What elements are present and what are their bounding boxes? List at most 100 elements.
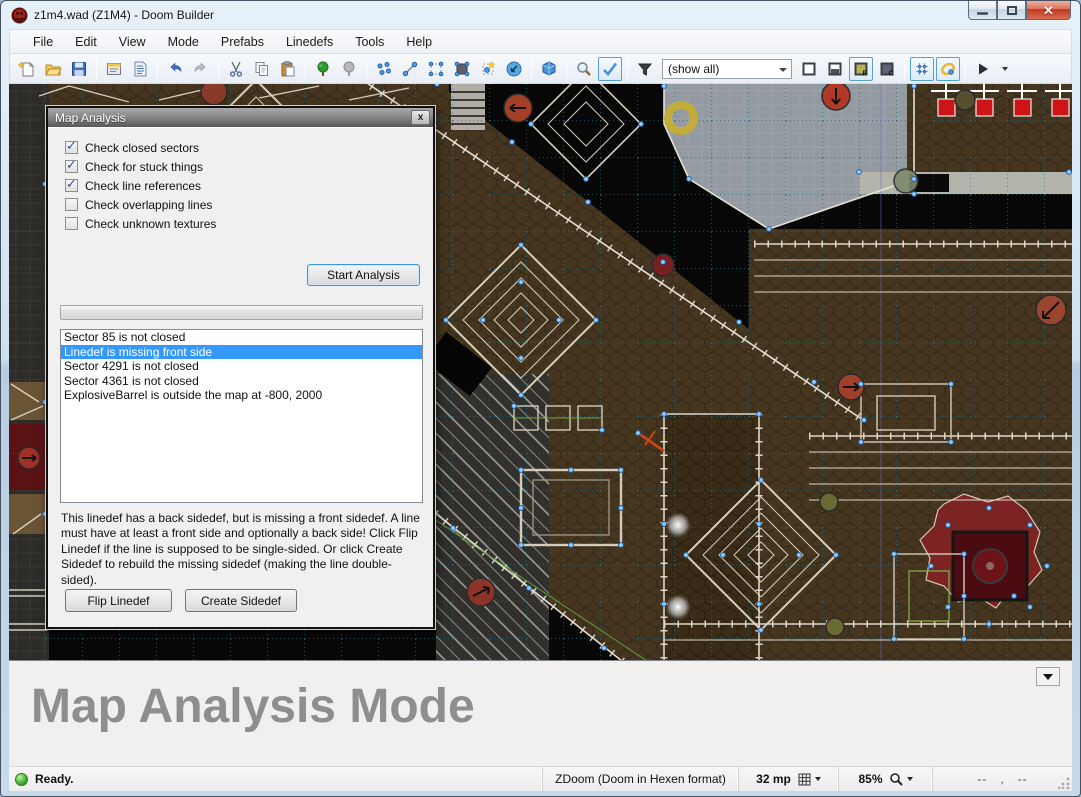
test-map-dropdown[interactable] bbox=[997, 57, 1009, 81]
cut-button[interactable] bbox=[224, 57, 248, 81]
paste-button[interactable] bbox=[276, 57, 300, 81]
check-row[interactable]: Check line references bbox=[65, 176, 216, 195]
snap-to-grid-button[interactable] bbox=[910, 56, 934, 81]
view-brightness-button[interactable] bbox=[823, 57, 847, 81]
find-button[interactable] bbox=[572, 57, 596, 81]
result-item[interactable]: Sector 85 is not closed bbox=[61, 330, 422, 345]
error-description: This linedef has a back sidedef, but is … bbox=[61, 511, 420, 587]
status-grid-size[interactable]: 32 mp bbox=[738, 767, 838, 791]
insert-prefab-button[interactable] bbox=[311, 57, 335, 81]
window-title: z1m4.wad (Z1M4) - Doom Builder bbox=[34, 8, 215, 22]
toolbar: (show all) F C bbox=[9, 53, 1072, 84]
menu-prefabs[interactable]: Prefabs bbox=[210, 31, 275, 53]
vertices-mode-button[interactable] bbox=[372, 57, 396, 81]
maximize-button[interactable] bbox=[997, 1, 1026, 20]
statusbar: Ready. ZDoom (Doom in Hexen format) 32 m… bbox=[9, 766, 1072, 791]
app-window: z1m4.wad (Z1M4) - Doom Builder ✕ File Edi… bbox=[0, 0, 1081, 797]
status-zoom[interactable]: 85% bbox=[838, 767, 932, 791]
menu-linedefs[interactable]: Linedefs bbox=[275, 31, 344, 53]
grid-size-icon bbox=[798, 773, 811, 785]
menu-mode[interactable]: Mode bbox=[157, 31, 210, 53]
view-ceilings-button[interactable]: C bbox=[875, 57, 899, 81]
checkbox-label: Check unknown textures bbox=[85, 216, 217, 231]
checkbox-checked[interactable] bbox=[65, 158, 78, 173]
create-sidedef-button[interactable]: Create Sidedef bbox=[185, 589, 297, 612]
dialog-titlebar[interactable]: Map Analysis x bbox=[48, 108, 433, 127]
chevron-down-icon bbox=[1001, 66, 1008, 71]
sectors-mode-button[interactable] bbox=[424, 57, 448, 81]
result-item[interactable]: Linedef is missing front side bbox=[61, 344, 422, 360]
start-analysis-button[interactable]: Start Analysis bbox=[307, 264, 420, 286]
svg-text:C: C bbox=[889, 70, 894, 77]
map-options-button[interactable] bbox=[102, 57, 126, 81]
mode-banner: Map Analysis Mode bbox=[9, 660, 1072, 766]
close-button[interactable]: ✕ bbox=[1026, 1, 1071, 20]
titlebar[interactable]: z1m4.wad (Z1M4) - Doom Builder ✕ bbox=[1, 1, 1080, 29]
checkbox-checked[interactable] bbox=[65, 177, 78, 192]
chevron-down-icon bbox=[1043, 673, 1053, 680]
minimize-button[interactable] bbox=[968, 1, 997, 20]
dialog-close-button[interactable]: x bbox=[411, 110, 430, 125]
open-map-button[interactable] bbox=[41, 57, 65, 81]
map-analysis-dialog: Map Analysis x Check closed sectorsCheck… bbox=[45, 105, 436, 630]
menu-view[interactable]: View bbox=[108, 31, 157, 53]
checkbox-label: Check overlapping lines bbox=[85, 197, 213, 212]
chevron-down-icon bbox=[906, 777, 913, 781]
checkbox-label: Check line references bbox=[85, 178, 202, 193]
previous-prefab-button[interactable] bbox=[337, 57, 361, 81]
mode-banner-text: Map Analysis Mode bbox=[31, 680, 475, 733]
auto-merge-button[interactable] bbox=[936, 56, 960, 81]
save-map-button[interactable] bbox=[67, 57, 91, 81]
move-mode-button[interactable] bbox=[502, 57, 526, 81]
things-filter-value: (show all) bbox=[668, 61, 720, 76]
view-normal-button[interactable] bbox=[797, 57, 821, 81]
status-map-format: ZDoom (Doom in Hexen format) bbox=[542, 767, 738, 791]
things-filter-select[interactable]: (show all) bbox=[662, 58, 792, 79]
3d-mode-button[interactable] bbox=[537, 57, 561, 81]
map-analysis-button[interactable] bbox=[598, 56, 622, 81]
things-mode-button[interactable] bbox=[476, 57, 500, 81]
checkbox-checked[interactable] bbox=[65, 139, 78, 154]
menu-file[interactable]: File bbox=[22, 31, 64, 53]
resize-grip[interactable] bbox=[1058, 777, 1070, 789]
svg-text:F: F bbox=[863, 70, 868, 77]
view-floors-button[interactable]: F bbox=[849, 56, 873, 81]
dialog-title: Map Analysis bbox=[55, 110, 126, 125]
results-list[interactable]: Sector 85 is not closed Linedef is missin… bbox=[60, 329, 423, 503]
app-icon bbox=[11, 7, 28, 23]
zoom-icon bbox=[889, 772, 903, 786]
menu-edit[interactable]: Edit bbox=[64, 31, 108, 53]
menu-tools[interactable]: Tools bbox=[344, 31, 395, 53]
new-map-button[interactable] bbox=[15, 57, 39, 81]
things-filter-button[interactable] bbox=[633, 57, 657, 81]
script-editor-button[interactable] bbox=[128, 57, 152, 81]
chevron-down-icon bbox=[779, 67, 787, 72]
test-map-button[interactable] bbox=[971, 57, 995, 81]
linedefs-mode-button[interactable] bbox=[398, 57, 422, 81]
checkbox[interactable] bbox=[65, 198, 78, 211]
analysis-progress-bar bbox=[60, 305, 423, 320]
menubar: File Edit View Mode Prefabs Linedefs Tools Help bbox=[9, 29, 1072, 53]
status-coordinates: -- , -- bbox=[932, 767, 1072, 791]
chevron-down-icon bbox=[814, 777, 821, 781]
sectors-paint-mode-button[interactable] bbox=[450, 57, 474, 81]
result-item[interactable]: ExplosiveBarrel is outside the map at -8… bbox=[61, 388, 422, 403]
check-row[interactable]: Check overlapping lines bbox=[65, 195, 216, 214]
check-row[interactable]: Check closed sectors bbox=[65, 138, 216, 157]
status-ready-icon bbox=[15, 772, 28, 786]
check-row[interactable]: Check for stuck things bbox=[65, 157, 216, 176]
status-ready-text: Ready. bbox=[35, 772, 74, 786]
check-options: Check closed sectors Check for stuck thin… bbox=[65, 138, 216, 233]
result-item[interactable]: Sector 4361 is not closed bbox=[61, 374, 422, 389]
redo-button[interactable] bbox=[189, 57, 213, 81]
menu-help[interactable]: Help bbox=[395, 31, 443, 53]
checkbox-label: Check for stuck things bbox=[85, 159, 204, 174]
checkbox[interactable] bbox=[65, 217, 78, 230]
copy-button[interactable] bbox=[250, 57, 274, 81]
check-row[interactable]: Check unknown textures bbox=[65, 214, 216, 233]
checkbox-label: Check closed sectors bbox=[85, 140, 200, 155]
result-item[interactable]: Sector 4291 is not closed bbox=[61, 359, 422, 374]
banner-dropdown-button[interactable] bbox=[1036, 667, 1060, 686]
flip-linedef-button[interactable]: Flip Linedef bbox=[65, 589, 172, 612]
undo-button[interactable] bbox=[163, 57, 187, 81]
